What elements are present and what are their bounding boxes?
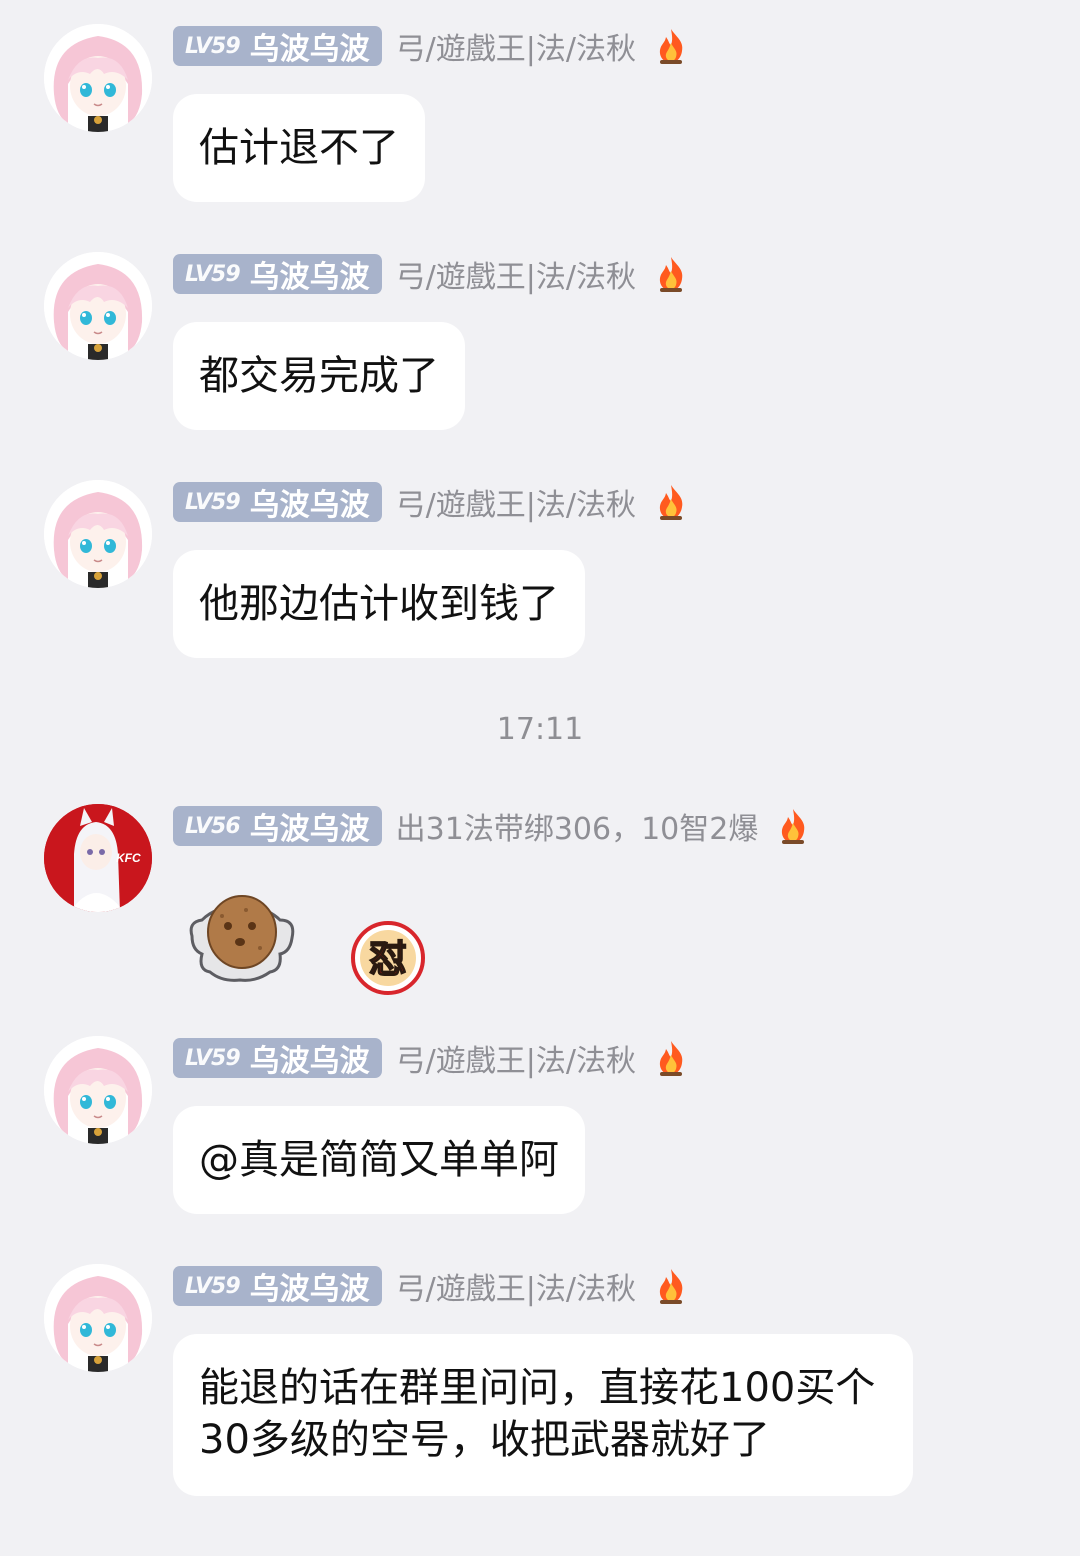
sender-title: 弓/遊戲王|法/法秋 xyxy=(395,32,636,67)
fire-icon xyxy=(654,1267,688,1305)
level-label: LV59 xyxy=(185,489,241,515)
sender-title: 弓/遊戲王|法/法秋 xyxy=(395,488,636,523)
avatar-image xyxy=(44,1036,152,1144)
sender-name[interactable]: 乌波乌波 xyxy=(250,480,370,524)
potato-sticker[interactable] xyxy=(186,886,298,990)
fire-icon xyxy=(654,255,688,293)
sender-name[interactable]: 乌波乌波 xyxy=(250,1036,370,1080)
timestamp: 17:11 xyxy=(496,712,584,747)
sender-title: 弓/遊戲王|法/法秋 xyxy=(395,260,636,295)
fire-icon xyxy=(654,483,688,521)
fire-icon xyxy=(654,27,688,65)
sender-title: 弓/遊戲王|法/法秋 xyxy=(395,1272,636,1307)
message-header: LV59 乌波乌波 弓/遊戲王|法/法秋 xyxy=(173,1036,688,1080)
avatar-image xyxy=(44,24,152,132)
level-label: LV56 xyxy=(185,813,241,839)
dui-sticker[interactable]: 怼 xyxy=(350,920,426,996)
fire-icon xyxy=(776,807,810,845)
level-badge: LV59 乌波乌波 xyxy=(173,480,382,524)
message-bubble[interactable]: @真是简简又单单阿 xyxy=(173,1106,585,1214)
level-label: LV59 xyxy=(185,1045,241,1071)
level-badge: LV59 乌波乌波 xyxy=(173,1264,382,1308)
avatar-image: KFC xyxy=(44,804,152,912)
sender-name[interactable]: 乌波乌波 xyxy=(250,1264,370,1308)
avatar-image xyxy=(44,252,152,360)
message-bubble[interactable]: 估计退不了 xyxy=(173,94,425,202)
kfc-logo-text: KFC xyxy=(116,851,141,865)
dui-character: 怼 xyxy=(369,937,407,981)
user-avatar[interactable] xyxy=(44,24,152,132)
sender-title: 出31法带绑306，10智2爆 xyxy=(395,812,759,847)
message-bubble[interactable]: 能退的话在群里问问，直接花100买个30多级的空号，收把武器就好了 xyxy=(173,1334,913,1496)
message-bubble[interactable]: 他那边估计收到钱了 xyxy=(173,550,585,658)
sender-name[interactable]: 乌波乌波 xyxy=(250,804,370,848)
sender-name[interactable]: 乌波乌波 xyxy=(250,252,370,296)
message-bubble[interactable]: 都交易完成了 xyxy=(173,322,465,430)
user-avatar[interactable] xyxy=(44,480,152,588)
user-avatar[interactable] xyxy=(44,1264,152,1372)
sender-name[interactable]: 乌波乌波 xyxy=(250,24,370,68)
avatar-image xyxy=(44,480,152,588)
message-header: LV59 乌波乌波 弓/遊戲王|法/法秋 xyxy=(173,480,688,524)
message-header: LV56 乌波乌波 出31法带绑306，10智2爆 xyxy=(173,804,810,848)
level-label: LV59 xyxy=(185,1273,241,1299)
user-avatar[interactable]: KFC xyxy=(44,804,152,912)
user-avatar[interactable] xyxy=(44,252,152,360)
fire-icon xyxy=(654,1039,688,1077)
message-header: LV59 乌波乌波 弓/遊戲王|法/法秋 xyxy=(173,252,688,296)
avatar-image xyxy=(44,1264,152,1372)
user-avatar[interactable] xyxy=(44,1036,152,1144)
message-header: LV59 乌波乌波 弓/遊戲王|法/法秋 xyxy=(173,1264,688,1308)
level-badge: LV59 乌波乌波 xyxy=(173,1036,382,1080)
message-header: LV59 乌波乌波 弓/遊戲王|法/法秋 xyxy=(173,24,688,68)
level-badge: LV59 乌波乌波 xyxy=(173,252,382,296)
level-badge: LV59 乌波乌波 xyxy=(173,24,382,68)
level-label: LV59 xyxy=(185,33,241,59)
level-label: LV59 xyxy=(185,261,241,287)
level-badge: LV56 乌波乌波 xyxy=(173,804,382,848)
sender-title: 弓/遊戲王|法/法秋 xyxy=(395,1044,636,1079)
